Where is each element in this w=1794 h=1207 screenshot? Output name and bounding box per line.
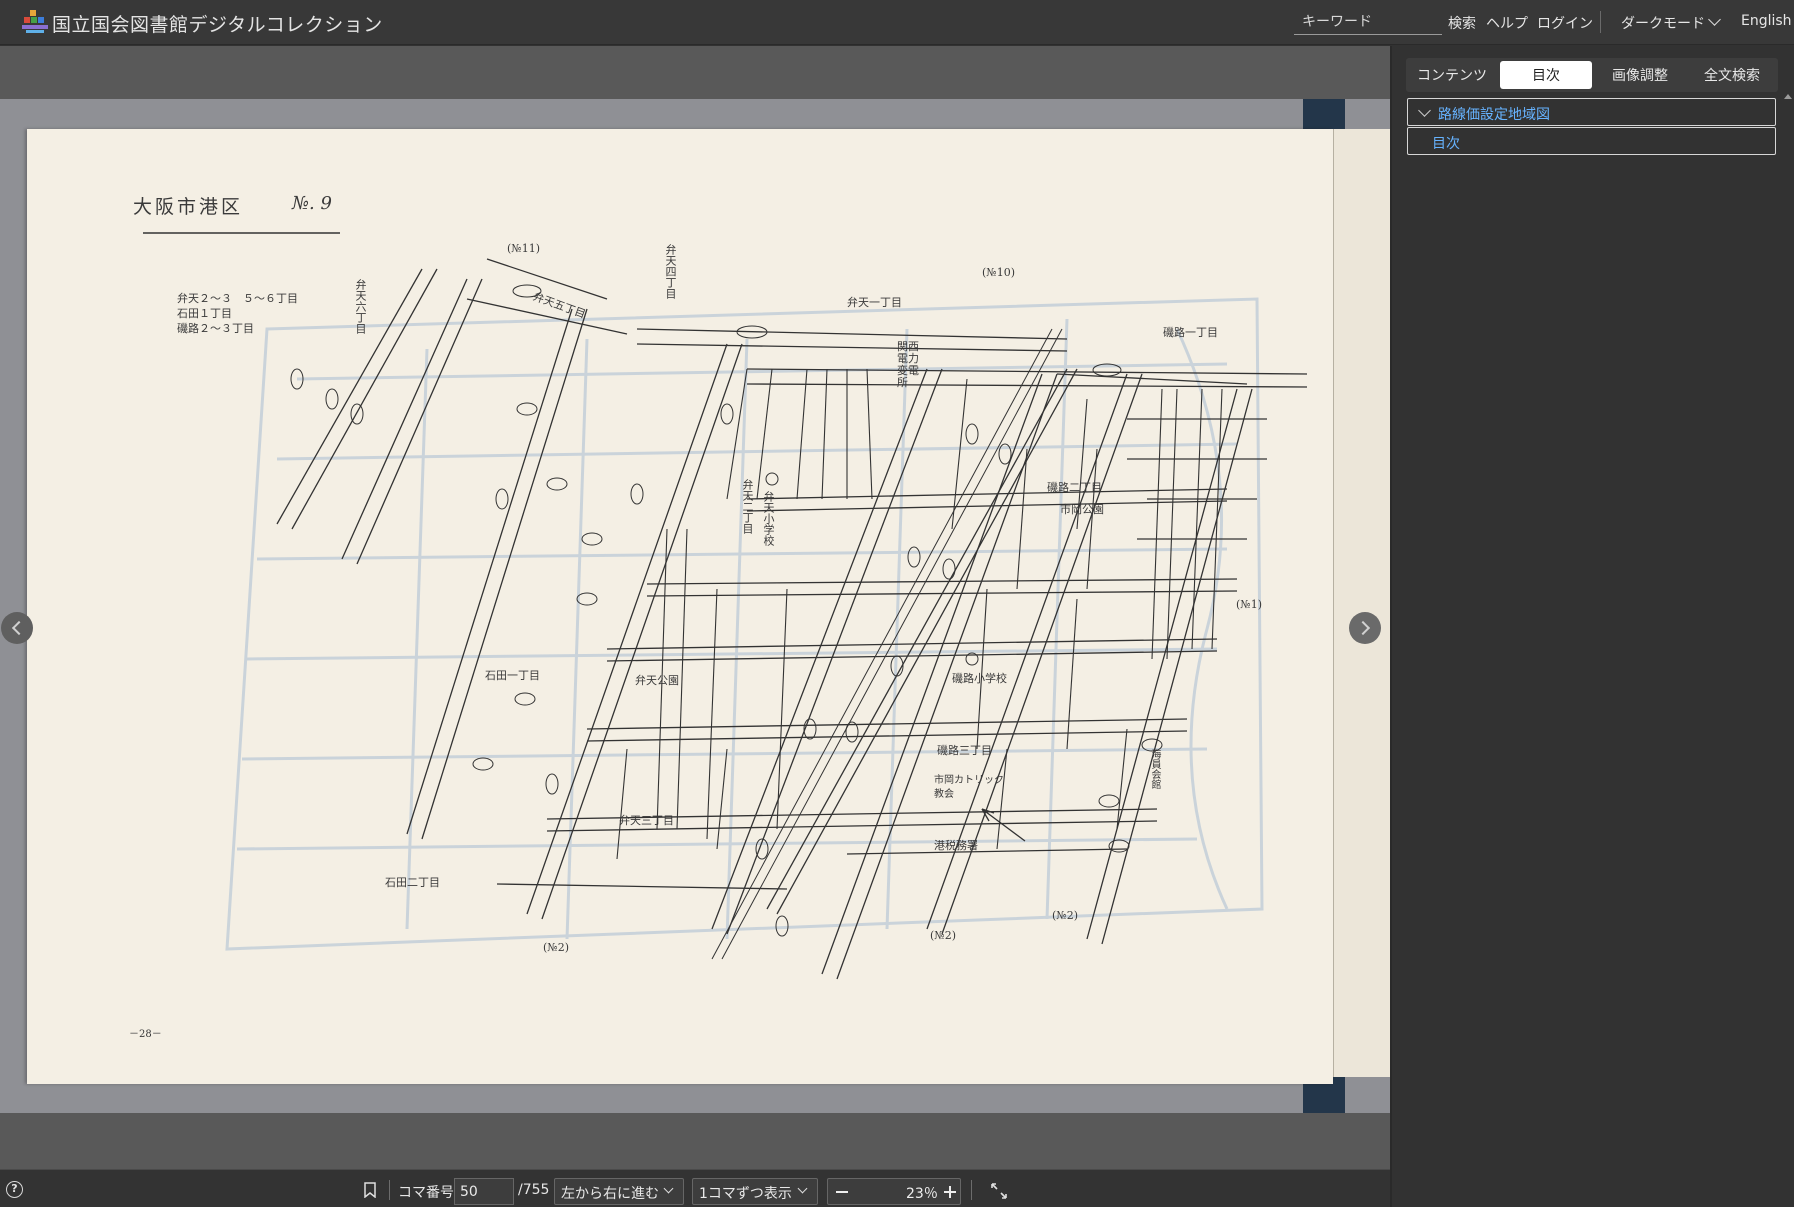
legend-line: 石田１丁目	[177, 307, 232, 320]
chevron-down-icon	[663, 1183, 674, 1194]
area-label: 磯路小学校	[952, 672, 1007, 685]
zoom-in-icon[interactable]	[949, 1186, 951, 1198]
sheet-ref: (№2)	[1052, 909, 1078, 922]
fullscreen-icon[interactable]	[991, 1183, 1007, 1199]
tab-fulltext-search[interactable]: 全文検索	[1686, 58, 1778, 92]
page-direction-value: 左から右に進む	[561, 1186, 659, 1202]
toc-item-label: 路線価設定地域図	[1438, 107, 1550, 123]
toolbar-divider	[389, 1180, 390, 1200]
toolbar-divider	[971, 1180, 972, 1200]
area-label: 弁天四丁目	[664, 244, 677, 299]
ndl-logo-icon[interactable]	[20, 7, 50, 37]
display-mode-value: 1コマずつ表示	[699, 1186, 792, 1202]
chevron-left-icon	[11, 620, 27, 636]
help-link[interactable]: ヘルプ	[1486, 13, 1528, 33]
area-label: 海員会館	[1149, 749, 1160, 789]
panel-tabs: コンテンツ 目次 画像調整 全文検索	[1406, 58, 1778, 92]
map-number: №. 9	[292, 193, 332, 214]
keyword-search-input[interactable]	[1294, 10, 1442, 35]
area-label: 港税務署	[934, 839, 978, 852]
chevron-down-icon[interactable]	[1708, 13, 1721, 26]
frame-number-label: コマ番号	[398, 1185, 454, 1201]
sheet-ref: (№1)	[1236, 598, 1262, 611]
area-label: 弁天一丁目	[847, 296, 902, 309]
scanned-spread[interactable]: 大阪市港区 №. 9 弁天２～３ ５～６丁目 石田１丁目 磯路２～３丁目 弁天一…	[0, 99, 1390, 1113]
frame-total: /755	[518, 1182, 550, 1198]
tab-image-adjust[interactable]: 画像調整	[1594, 58, 1686, 92]
toc-item-contents[interactable]: 目次	[1407, 127, 1776, 155]
chevron-down-icon	[797, 1183, 808, 1194]
app-title[interactable]: 国立国会図書館デジタルコレクション	[52, 10, 383, 37]
toc-item-section[interactable]: 路線価設定地域図	[1407, 98, 1776, 126]
tab-contents[interactable]: コンテンツ	[1406, 58, 1498, 92]
area-label: 弁天二丁目	[741, 479, 754, 534]
chevron-right-icon	[1355, 620, 1371, 636]
area-label: 磯路三丁目	[937, 744, 992, 757]
sheet-ref: (№11)	[507, 242, 540, 255]
side-panel	[1392, 46, 1794, 1207]
scroll-up-icon[interactable]	[1784, 94, 1792, 99]
chevron-down-icon[interactable]	[1418, 104, 1431, 117]
area-label: 磯路一丁目	[1163, 326, 1218, 339]
next-page-edge	[1333, 129, 1390, 1077]
legend-line: 弁天２～３ ５～６丁目	[177, 292, 298, 305]
display-mode-select[interactable]: 1コマずつ表示	[692, 1178, 818, 1205]
area-label: 石田一丁目	[485, 669, 540, 682]
language-switch[interactable]: English	[1741, 13, 1792, 29]
tab-toc[interactable]: 目次	[1500, 61, 1592, 89]
area-label: 関西電力変電所	[897, 340, 919, 389]
next-frame-button[interactable]	[1349, 612, 1381, 644]
search-button[interactable]: 検索	[1448, 13, 1476, 33]
sheet-ref: (№2)	[543, 941, 569, 954]
bookmark-icon[interactable]	[364, 1182, 376, 1198]
zoom-level[interactable]: 23％	[906, 1183, 938, 1203]
street-map-drawing	[143, 232, 1308, 980]
map-page: 大阪市港区 №. 9 弁天２～３ ５～６丁目 石田１丁目 磯路２～３丁目 弁天一…	[27, 129, 1333, 1084]
area-label: 弁天公園	[635, 674, 679, 687]
dark-mode-toggle[interactable]: ダークモード	[1621, 13, 1705, 33]
area-label: 市岡公園	[1060, 503, 1104, 516]
area-label: 磯路二丁目	[1047, 481, 1102, 494]
page-direction-select[interactable]: 左から右に進む	[554, 1178, 684, 1205]
area-label: 市岡カトリック教会	[934, 775, 1004, 800]
top-header: 国立国会図書館デジタルコレクション 検索 ヘルプ ログイン ダークモード Eng…	[0, 0, 1794, 45]
sheet-ref: (№2)	[930, 929, 956, 942]
area-label: 弁天六丁目	[354, 279, 367, 334]
area-label: 弁天三丁目	[619, 814, 674, 827]
header-divider	[1600, 11, 1601, 33]
frame-number-input[interactable]	[454, 1178, 514, 1205]
sheet-ref: (№10)	[982, 266, 1015, 279]
zoom-control: 23％	[827, 1178, 961, 1205]
login-link[interactable]: ログイン	[1537, 13, 1593, 33]
zoom-out-icon[interactable]	[836, 1191, 848, 1193]
toc-item-label: 目次	[1432, 136, 1460, 152]
page-number: －28－	[129, 1029, 162, 1040]
map-title: 大阪市港区	[133, 196, 244, 218]
area-label: 石田二丁目	[385, 876, 440, 889]
help-icon[interactable]: ?	[6, 1181, 23, 1198]
area-label: 弁天小学校	[762, 491, 775, 546]
legend-line: 磯路２～３丁目	[177, 322, 254, 335]
image-viewer[interactable]: 大阪市港区 №. 9 弁天２～３ ５～６丁目 石田１丁目 磯路２～３丁目 弁天一…	[0, 46, 1390, 1169]
previous-frame-button[interactable]	[1, 612, 33, 644]
